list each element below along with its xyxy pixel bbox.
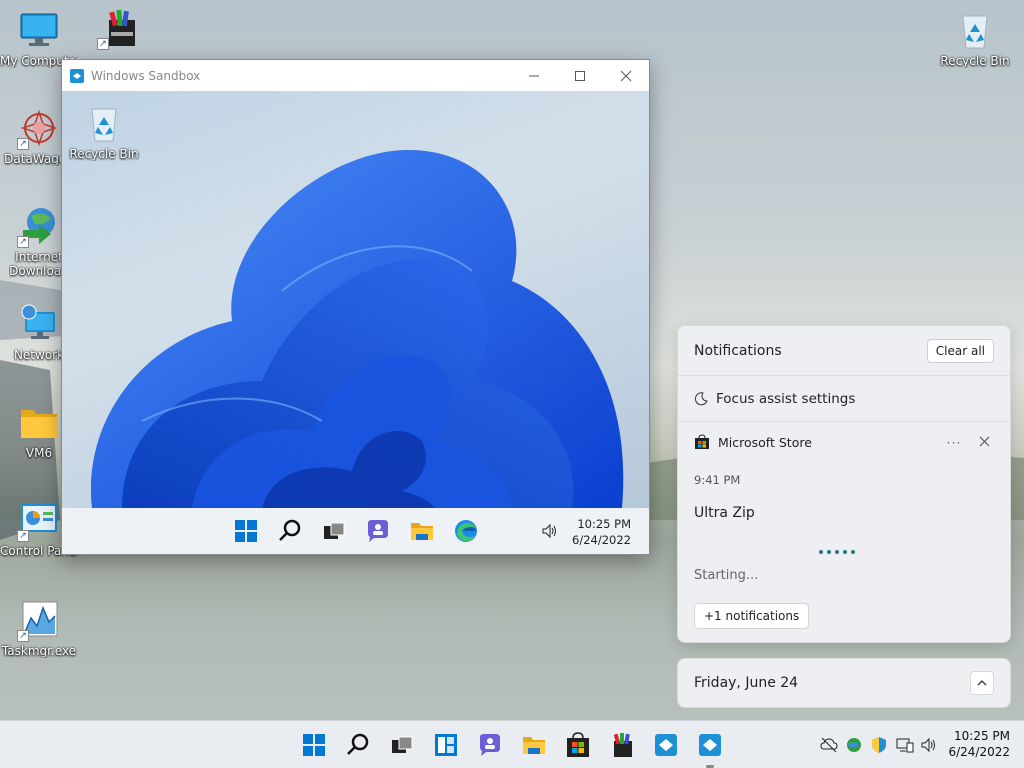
close-icon [620, 70, 632, 81]
expand-calendar-button[interactable] [970, 671, 994, 695]
shortcut-arrow-icon: ↗ [97, 38, 109, 50]
sandbox-app-icon [70, 68, 84, 83]
microsoft-store-icon [695, 434, 709, 449]
chevron-up-icon [977, 680, 987, 686]
desktop-icon-recycle-bin[interactable]: Recycle Bin [936, 8, 1014, 68]
microsoft-store-icon[interactable] [564, 731, 592, 759]
desktop-icon-archive-tool[interactable]: ↗ [80, 6, 158, 52]
recycle-bin-icon [953, 8, 997, 52]
maximize-button[interactable] [557, 60, 603, 91]
desktop-icon-taskmgr[interactable]: ↗ Taskmgr.exe [0, 598, 78, 658]
archive-tool-icon: ↗ [97, 6, 141, 50]
chat-icon[interactable] [364, 517, 392, 545]
volume-icon[interactable] [541, 522, 559, 540]
sandbox-title: Windows Sandbox [91, 68, 201, 83]
start-icon[interactable] [300, 731, 328, 759]
shortcut-arrow-icon: ↗ [17, 530, 29, 542]
network-icon [17, 302, 61, 346]
bloom-wallpaper [90, 150, 624, 508]
notification-card[interactable]: Microsoft Store ··· 9:41 PM Ultra Zip St… [678, 423, 1010, 629]
task-view-icon[interactable] [320, 517, 348, 545]
sandbox-clock[interactable]: 10:25 PM 6/24/2022 [572, 516, 631, 548]
shortcut-arrow-icon: ↗ [17, 138, 29, 150]
file-explorer-icon[interactable] [520, 731, 548, 759]
taskbar-clock[interactable]: 10:25 PM 6/24/2022 [948, 728, 1010, 760]
recycle-bin-icon [82, 101, 126, 145]
taskbar: 10:25 PM 6/24/2022 [0, 720, 1024, 768]
sandbox-clock-date: 6/24/2022 [572, 533, 631, 547]
search-icon[interactable] [276, 517, 304, 545]
sandbox-taskbar: 10:25 PM 6/24/2022 [62, 508, 649, 554]
close-button[interactable] [603, 60, 649, 91]
widgets-icon[interactable] [432, 731, 460, 759]
minimize-button[interactable] [511, 60, 557, 91]
notification-center: Notifications Clear all Focus assist set… [677, 325, 1011, 643]
sandbox-title-bar[interactable]: Windows Sandbox [62, 60, 649, 91]
focus-assist-settings[interactable]: Focus assist settings [678, 376, 1010, 422]
datawagon-icon: ↗ [17, 106, 61, 150]
notification-title: Notifications [694, 342, 782, 359]
start-icon[interactable] [232, 517, 260, 545]
security-shield-icon[interactable] [870, 736, 888, 754]
notification-header: Notifications Clear all [678, 326, 1010, 376]
sandbox-clock-time: 10:25 PM [577, 517, 631, 531]
notification-app-title: Ultra Zip [694, 505, 755, 521]
task-manager-icon: ↗ [17, 598, 61, 642]
taskbar-clock-time: 10:25 PM [954, 729, 1010, 743]
display-icon[interactable] [896, 736, 914, 754]
sandbox-desktop[interactable]: Recycle Bin [62, 91, 649, 508]
progress-dots [819, 550, 855, 554]
calendar-panel[interactable]: Friday, June 24 [677, 658, 1011, 708]
dismiss-notification-button[interactable] [974, 433, 994, 451]
search-icon[interactable] [344, 731, 372, 759]
sandbox-desktop-icon-recycle-bin[interactable]: Recycle Bin [65, 101, 143, 161]
file-explorer-icon[interactable] [408, 517, 436, 545]
notification-card-header: Microsoft Store ··· [678, 423, 1010, 461]
internet-download-icon: ↗ [17, 204, 61, 248]
folder-icon [17, 400, 61, 444]
onedrive-offline-icon[interactable] [820, 736, 838, 754]
minimize-icon [529, 75, 539, 76]
clear-all-button[interactable]: Clear all [926, 338, 994, 363]
network-tray-icon[interactable] [845, 736, 863, 754]
shortcut-arrow-icon: ↗ [17, 236, 29, 248]
notification-status: Starting... [694, 568, 759, 583]
calendar-date: Friday, June 24 [694, 675, 799, 691]
taskbar-clock-date: 6/24/2022 [948, 745, 1010, 759]
sandbox-window[interactable]: Windows Sandbox Recycle Bin 10:25 PM 6/2… [61, 59, 650, 555]
more-notifications-button[interactable]: +1 notifications [694, 603, 810, 629]
chat-icon[interactable] [476, 731, 504, 759]
shortcut-arrow-icon: ↗ [17, 630, 29, 642]
archive-tool-icon[interactable] [608, 731, 636, 759]
sandbox-taskbar-icon[interactable] [652, 731, 680, 759]
maximize-icon [575, 70, 585, 81]
focus-assist-label: Focus assist settings [716, 390, 856, 407]
more-options-button[interactable]: ··· [934, 435, 974, 450]
notification-app-name: Microsoft Store [718, 434, 812, 450]
close-icon [979, 436, 989, 447]
moon-icon [694, 391, 708, 405]
notification-time: 9:41 PM [694, 473, 741, 487]
edge-icon[interactable] [452, 517, 480, 545]
volume-icon[interactable] [920, 736, 938, 754]
task-view-icon[interactable] [388, 731, 416, 759]
sandbox-taskbar-icon-active[interactable] [696, 731, 724, 759]
computer-icon [17, 8, 61, 52]
control-panel-icon: ↗ [17, 498, 61, 542]
